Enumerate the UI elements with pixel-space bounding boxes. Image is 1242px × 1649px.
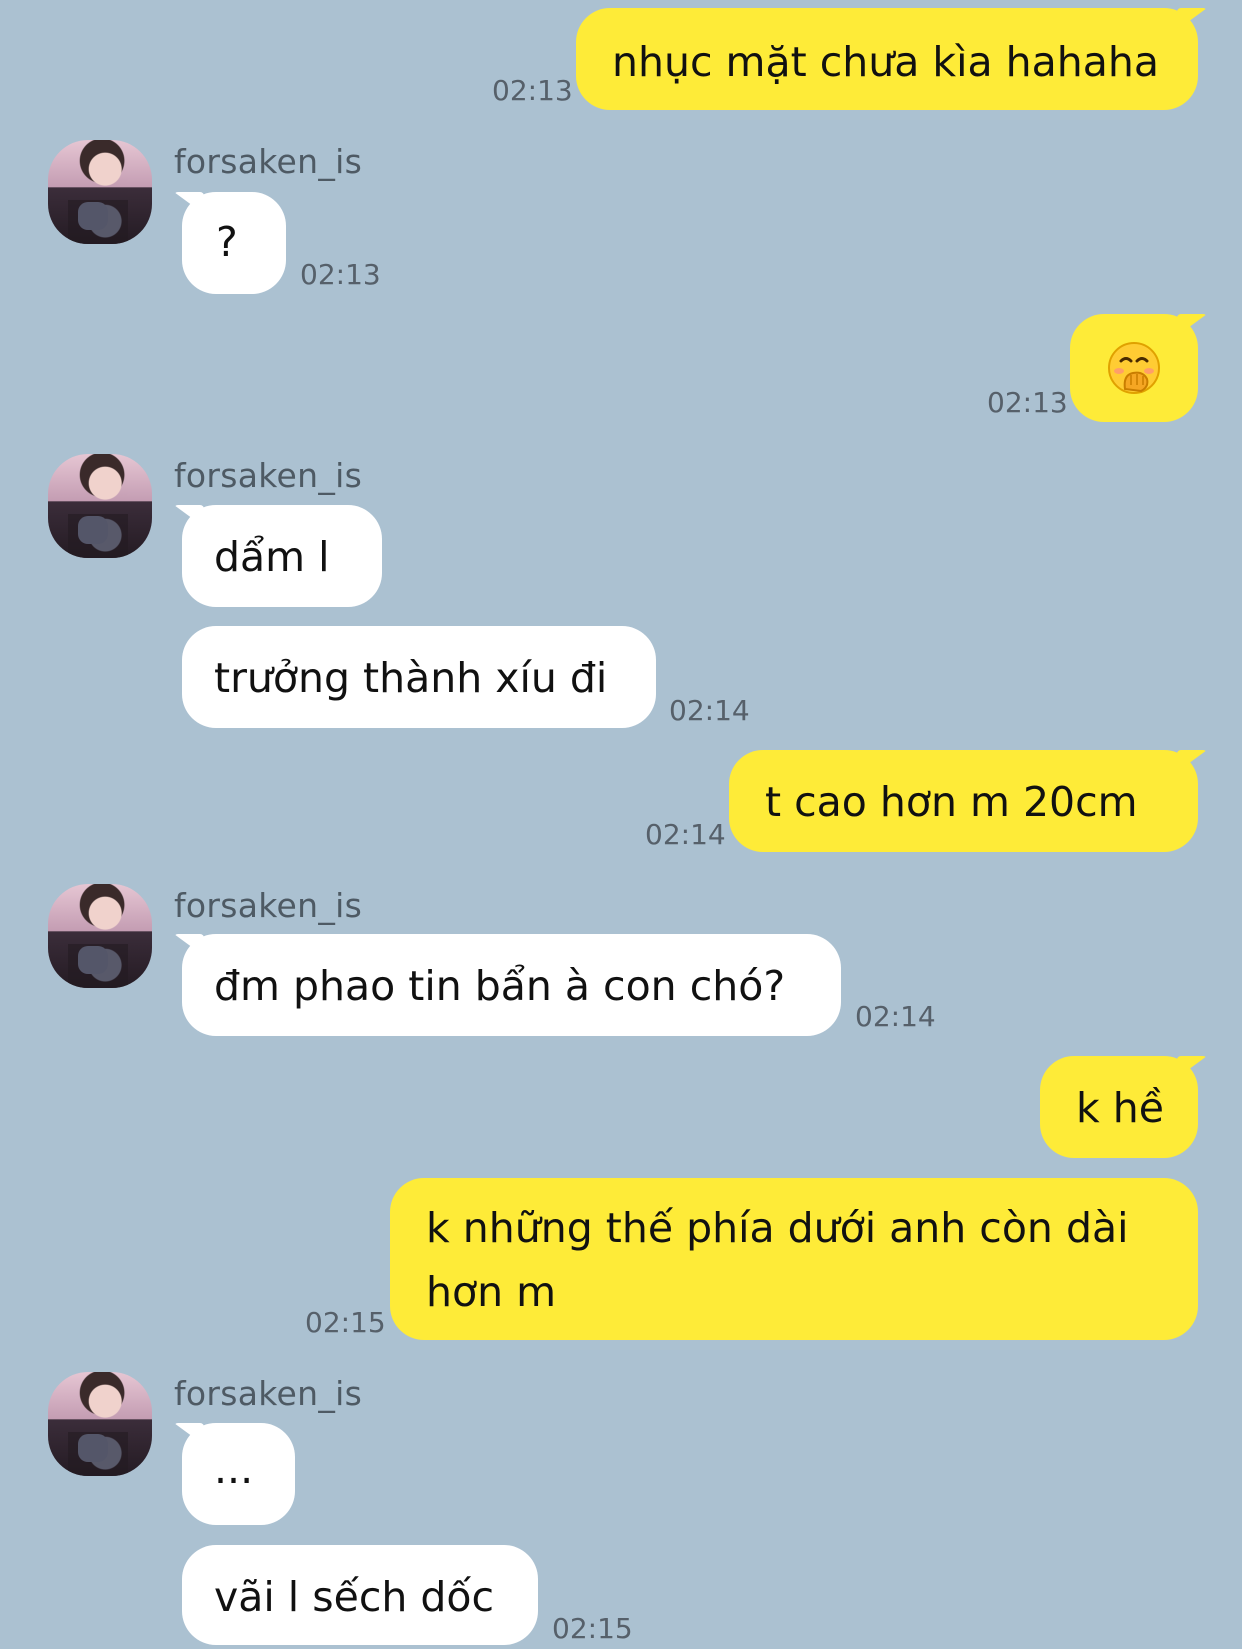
message-text: dẩm l bbox=[214, 533, 330, 581]
outgoing-message-bubble[interactable]: t cao hơn m 20cm bbox=[729, 750, 1198, 852]
incoming-message-bubble[interactable]: dẩm l bbox=[182, 505, 382, 607]
message-text-line: k những thế phía dưới anh còn dài bbox=[426, 1204, 1129, 1252]
message-timestamp: 02:15 bbox=[305, 1306, 386, 1339]
incoming-message-bubble[interactable]: ... bbox=[182, 1423, 295, 1525]
contact-avatar[interactable] bbox=[48, 884, 152, 988]
outgoing-message-bubble[interactable]: k hề bbox=[1040, 1056, 1198, 1158]
message-text: t cao hơn m 20cm bbox=[765, 778, 1138, 826]
message-timestamp: 02:14 bbox=[855, 1000, 936, 1033]
message-timestamp: 02:13 bbox=[987, 386, 1068, 419]
message-text: k hề bbox=[1076, 1084, 1164, 1132]
message-text: ? bbox=[216, 218, 238, 266]
sender-name: forsaken_is bbox=[174, 1374, 363, 1413]
message-timestamp: 02:13 bbox=[492, 74, 573, 107]
sender-name: forsaken_is bbox=[174, 886, 363, 925]
incoming-message-bubble[interactable]: trưởng thành xíu đi bbox=[182, 626, 656, 728]
outgoing-message-bubble[interactable]: nhục mặt chưa kìa hahaha bbox=[576, 8, 1198, 110]
message-text: ... bbox=[214, 1445, 254, 1493]
message-text: đm phao tin bẩn à con chó? bbox=[214, 962, 786, 1010]
outgoing-message-bubble[interactable]: k những thế phía dưới anh còn dài hơn m bbox=[390, 1178, 1198, 1340]
outgoing-emoji-bubble[interactable] bbox=[1070, 314, 1198, 422]
contact-avatar[interactable] bbox=[48, 140, 152, 244]
message-timestamp: 02:15 bbox=[552, 1612, 633, 1645]
incoming-message-bubble[interactable]: vãi l sếch dốc bbox=[182, 1545, 538, 1645]
contact-avatar[interactable] bbox=[48, 1372, 152, 1476]
message-timestamp: 02:13 bbox=[300, 258, 381, 291]
incoming-message-bubble[interactable]: ? bbox=[182, 192, 286, 294]
message-text: trưởng thành xíu đi bbox=[214, 654, 608, 702]
sender-name: forsaken_is bbox=[174, 456, 363, 495]
message-text-line: hơn m bbox=[426, 1268, 557, 1316]
message-text: vãi l sếch dốc bbox=[214, 1573, 495, 1621]
message-timestamp: 02:14 bbox=[669, 694, 750, 727]
message-timestamp: 02:14 bbox=[645, 818, 726, 851]
incoming-message-bubble[interactable]: đm phao tin bẩn à con chó? bbox=[182, 934, 841, 1036]
sender-name: forsaken_is bbox=[174, 142, 363, 181]
contact-avatar[interactable] bbox=[48, 454, 152, 558]
message-text: nhục mặt chưa kìa hahaha bbox=[612, 38, 1159, 86]
face-with-hand-over-mouth-emoji bbox=[1107, 341, 1161, 395]
